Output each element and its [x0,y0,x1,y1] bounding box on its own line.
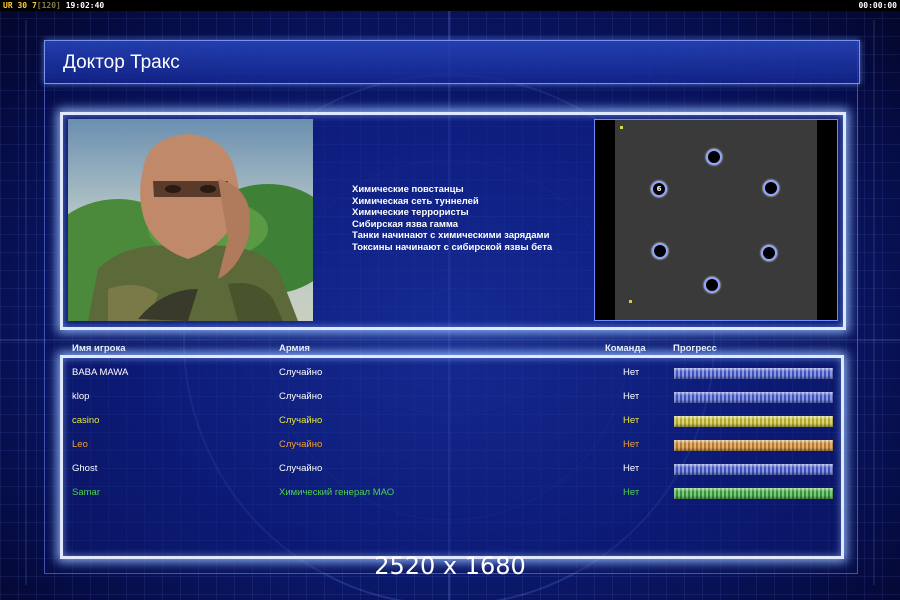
briefing-line: Химические повстанцы [352,184,464,195]
player-team[interactable]: Нет [623,461,639,477]
map-marker [620,126,623,129]
player-army[interactable]: Химический генерал МАО [279,485,394,501]
map-marker [629,300,632,303]
player-row: klop Случайно Нет [0,389,900,405]
resolution-watermark: 2520 x 1680 [374,552,526,580]
hud-topbar: UR 30 7[120] 19:02:40 00:00:00 [0,0,900,11]
player-row: Samar Химический генерал МАО Нет [0,485,900,501]
player-army[interactable]: Случайно [279,365,322,381]
ur-label: UR [3,1,13,10]
briefing-line: Химические террористы [352,207,469,218]
progress-bar [674,488,833,499]
player-team[interactable]: Нет [623,413,639,429]
start-position[interactable] [652,243,668,259]
progress-bar [674,464,833,475]
briefing-line: Танки начинают с химическими зарядами [352,230,550,241]
player-name: BABA MAWA [72,367,129,378]
briefing-line: Химическая сеть туннелей [352,195,479,207]
minimap-field: 6 [615,120,817,320]
briefing-list: Химические повстанцы Химическая сеть тун… [352,184,552,253]
title-bar: Доктор Тракс [44,40,860,84]
player-army[interactable]: Случайно [279,413,322,429]
player-team[interactable]: Нет [623,389,639,405]
progress-bar [674,392,833,403]
player-row: casino Случайно Нет [0,413,900,429]
player-name: casino [72,415,100,426]
header-team: Команда [605,343,646,354]
player-name: Samar [72,487,100,498]
general-portrait [68,119,313,321]
minimap[interactable]: 6 [594,119,838,321]
fps-value: 30 [17,1,28,10]
game-timer: 00:00:00 [858,1,897,10]
player-name: Ghost [72,463,98,474]
player-army[interactable]: Случайно [279,389,322,405]
player-row: Ghost Случайно Нет [0,461,900,477]
briefing-line: Сибирская язва гамма [352,218,459,230]
players-panel [60,355,844,559]
player-row: BABA MAWA Случайно Нет [0,365,900,381]
progress-bar [674,416,833,427]
portrait-image [68,119,313,321]
progress-bar [674,368,833,379]
start-position[interactable] [704,277,720,293]
header-army: Армия [279,343,310,354]
player-team[interactable]: Нет [623,485,639,501]
clock: 19:02:40 [65,1,105,10]
player-name: klop [72,391,90,402]
start-position[interactable] [763,180,779,196]
player-army[interactable]: Случайно [279,461,322,477]
start-position[interactable] [706,149,722,165]
player-name: Leo [72,439,88,450]
player-team[interactable]: Нет [623,437,639,453]
player-team[interactable]: Нет [623,365,639,381]
briefing-line: Токсины начинают с сибирской язвы бета [352,241,553,253]
player-army[interactable]: Случайно [279,437,322,453]
start-position[interactable]: 6 [651,181,667,197]
player-row: Leo Случайно Нет [0,437,900,453]
general-title: Доктор Тракс [63,52,180,73]
start-position[interactable] [761,245,777,261]
header-player: Имя игрока [72,343,126,354]
progress-bar [674,440,833,451]
header-progress: Прогресс [673,343,717,354]
frame-count: [120] [36,1,61,10]
